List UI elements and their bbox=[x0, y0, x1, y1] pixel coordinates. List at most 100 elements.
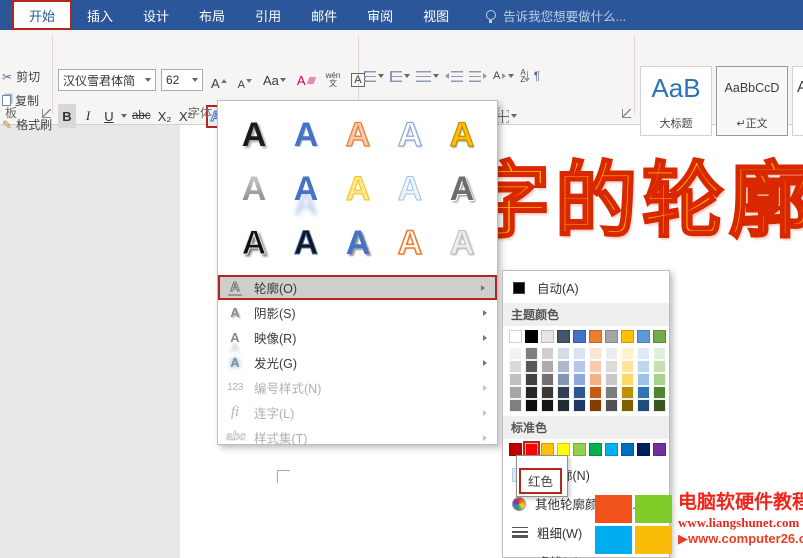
multilevel-list-button[interactable] bbox=[416, 71, 439, 82]
tab-layout[interactable]: 布局 bbox=[184, 0, 240, 30]
color-swatch[interactable] bbox=[653, 330, 666, 343]
color-swatch[interactable] bbox=[509, 373, 522, 386]
tab-review[interactable]: 审阅 bbox=[352, 0, 408, 30]
font-size-combo[interactable]: 62 bbox=[161, 69, 203, 91]
theme-colors-row[interactable] bbox=[503, 326, 669, 347]
bullets-button[interactable] bbox=[364, 71, 384, 82]
change-case-button[interactable]: Aa bbox=[260, 69, 289, 91]
color-swatch[interactable] bbox=[541, 360, 554, 373]
effect-style-4[interactable]: A bbox=[384, 110, 436, 160]
effect-style-1[interactable]: A bbox=[228, 110, 280, 160]
tab-insert[interactable]: 插入 bbox=[72, 0, 128, 30]
color-swatch[interactable] bbox=[541, 399, 554, 412]
effect-style-3[interactable]: A bbox=[332, 110, 384, 160]
decrease-indent-button[interactable] bbox=[445, 71, 463, 82]
color-swatch[interactable] bbox=[557, 386, 570, 399]
color-swatch[interactable] bbox=[573, 330, 586, 343]
automatic-color-item[interactable]: 自动(A) bbox=[503, 271, 669, 303]
sort-button[interactable]: AZ bbox=[520, 69, 527, 83]
style-card-title[interactable]: AaB 大标题 bbox=[640, 66, 712, 136]
tab-mailings[interactable]: 邮件 bbox=[296, 0, 352, 30]
increase-indent-button[interactable] bbox=[469, 71, 487, 82]
color-swatch[interactable] bbox=[589, 399, 602, 412]
numbering-button[interactable] bbox=[390, 71, 410, 82]
color-swatch[interactable] bbox=[541, 386, 554, 399]
tab-design[interactable]: 设计 bbox=[128, 0, 184, 30]
color-swatch[interactable] bbox=[509, 330, 522, 343]
color-swatch[interactable] bbox=[605, 373, 618, 386]
color-swatch[interactable] bbox=[541, 347, 554, 360]
color-swatch[interactable] bbox=[653, 443, 666, 456]
color-swatch[interactable] bbox=[525, 399, 538, 412]
color-swatch[interactable] bbox=[621, 399, 634, 412]
color-swatch[interactable] bbox=[573, 386, 586, 399]
color-swatch[interactable] bbox=[573, 443, 586, 456]
effect-style-7[interactable]: A bbox=[280, 164, 332, 214]
color-swatch[interactable] bbox=[573, 399, 586, 412]
color-swatch[interactable] bbox=[557, 330, 570, 343]
show-marks-button[interactable]: ¶ bbox=[534, 69, 540, 83]
color-swatch[interactable] bbox=[621, 360, 634, 373]
color-swatch[interactable] bbox=[637, 386, 650, 399]
color-swatch[interactable] bbox=[557, 347, 570, 360]
color-swatch[interactable] bbox=[605, 386, 618, 399]
color-swatch[interactable] bbox=[509, 347, 522, 360]
grow-font-button[interactable]: A bbox=[208, 69, 230, 91]
theme-tints-grid[interactable] bbox=[503, 347, 669, 416]
asian-layout-button[interactable]: A bbox=[493, 70, 514, 82]
color-swatch[interactable] bbox=[637, 347, 650, 360]
effect-style-13[interactable]: A bbox=[332, 218, 384, 268]
menu-item-glow[interactable]: A 发光(G) bbox=[218, 350, 497, 375]
bold-button[interactable]: B bbox=[58, 104, 76, 128]
effect-style-11[interactable]: A bbox=[228, 218, 280, 268]
underline-button[interactable]: U bbox=[100, 104, 118, 128]
color-swatch[interactable] bbox=[621, 443, 634, 456]
italic-button[interactable]: I bbox=[79, 104, 97, 128]
color-swatch[interactable] bbox=[653, 347, 666, 360]
subscript-button[interactable]: X₂ bbox=[156, 104, 174, 128]
color-swatch[interactable] bbox=[557, 399, 570, 412]
color-swatch[interactable] bbox=[509, 386, 522, 399]
color-swatch[interactable] bbox=[589, 360, 602, 373]
tab-references[interactable]: 引用 bbox=[240, 0, 296, 30]
color-swatch[interactable] bbox=[509, 399, 522, 412]
color-swatch[interactable] bbox=[605, 360, 618, 373]
color-swatch[interactable] bbox=[605, 399, 618, 412]
color-swatch[interactable] bbox=[589, 443, 602, 456]
color-swatch[interactable] bbox=[605, 330, 618, 343]
effect-style-12[interactable]: A bbox=[280, 218, 332, 268]
style-card-normal[interactable]: AaBbCcD ↵正文 bbox=[716, 66, 788, 136]
color-swatch[interactable] bbox=[621, 330, 634, 343]
color-swatch[interactable] bbox=[525, 373, 538, 386]
color-swatch[interactable] bbox=[589, 330, 602, 343]
effect-style-6[interactable]: A bbox=[228, 164, 280, 214]
color-swatch[interactable] bbox=[637, 399, 650, 412]
clear-formatting-button[interactable]: A bbox=[294, 69, 318, 91]
effect-style-5[interactable]: A bbox=[436, 110, 488, 160]
color-swatch[interactable] bbox=[525, 360, 538, 373]
color-swatch[interactable] bbox=[605, 347, 618, 360]
menu-item-reflection[interactable]: A 映像(R) bbox=[218, 325, 497, 350]
clipboard-dialog-launcher[interactable] bbox=[42, 109, 51, 118]
tab-home[interactable]: 开始 bbox=[12, 0, 72, 30]
effect-style-10[interactable]: A bbox=[436, 164, 488, 214]
style-card-partial[interactable]: Aa bbox=[792, 66, 803, 136]
color-swatch[interactable] bbox=[605, 443, 618, 456]
color-swatch[interactable] bbox=[589, 373, 602, 386]
tell-me-box[interactable]: 告诉我您想要做什么... bbox=[486, 0, 626, 30]
tab-view[interactable]: 视图 bbox=[408, 0, 464, 30]
effect-style-14[interactable]: A bbox=[384, 218, 436, 268]
color-swatch[interactable] bbox=[637, 373, 650, 386]
color-swatch[interactable] bbox=[557, 360, 570, 373]
strikethrough-button[interactable]: abc bbox=[130, 104, 153, 128]
color-swatch[interactable] bbox=[509, 360, 522, 373]
pinyin-guide-button[interactable]: wén文 bbox=[323, 69, 344, 91]
color-swatch[interactable] bbox=[653, 360, 666, 373]
color-swatch[interactable] bbox=[589, 386, 602, 399]
color-swatch[interactable] bbox=[621, 386, 634, 399]
font-name-combo[interactable]: 汉仪雪君体简 bbox=[58, 69, 156, 91]
color-swatch[interactable] bbox=[525, 330, 538, 343]
paragraph-dialog-launcher[interactable] bbox=[622, 109, 631, 118]
color-swatch[interactable] bbox=[541, 373, 554, 386]
color-swatch[interactable] bbox=[573, 347, 586, 360]
